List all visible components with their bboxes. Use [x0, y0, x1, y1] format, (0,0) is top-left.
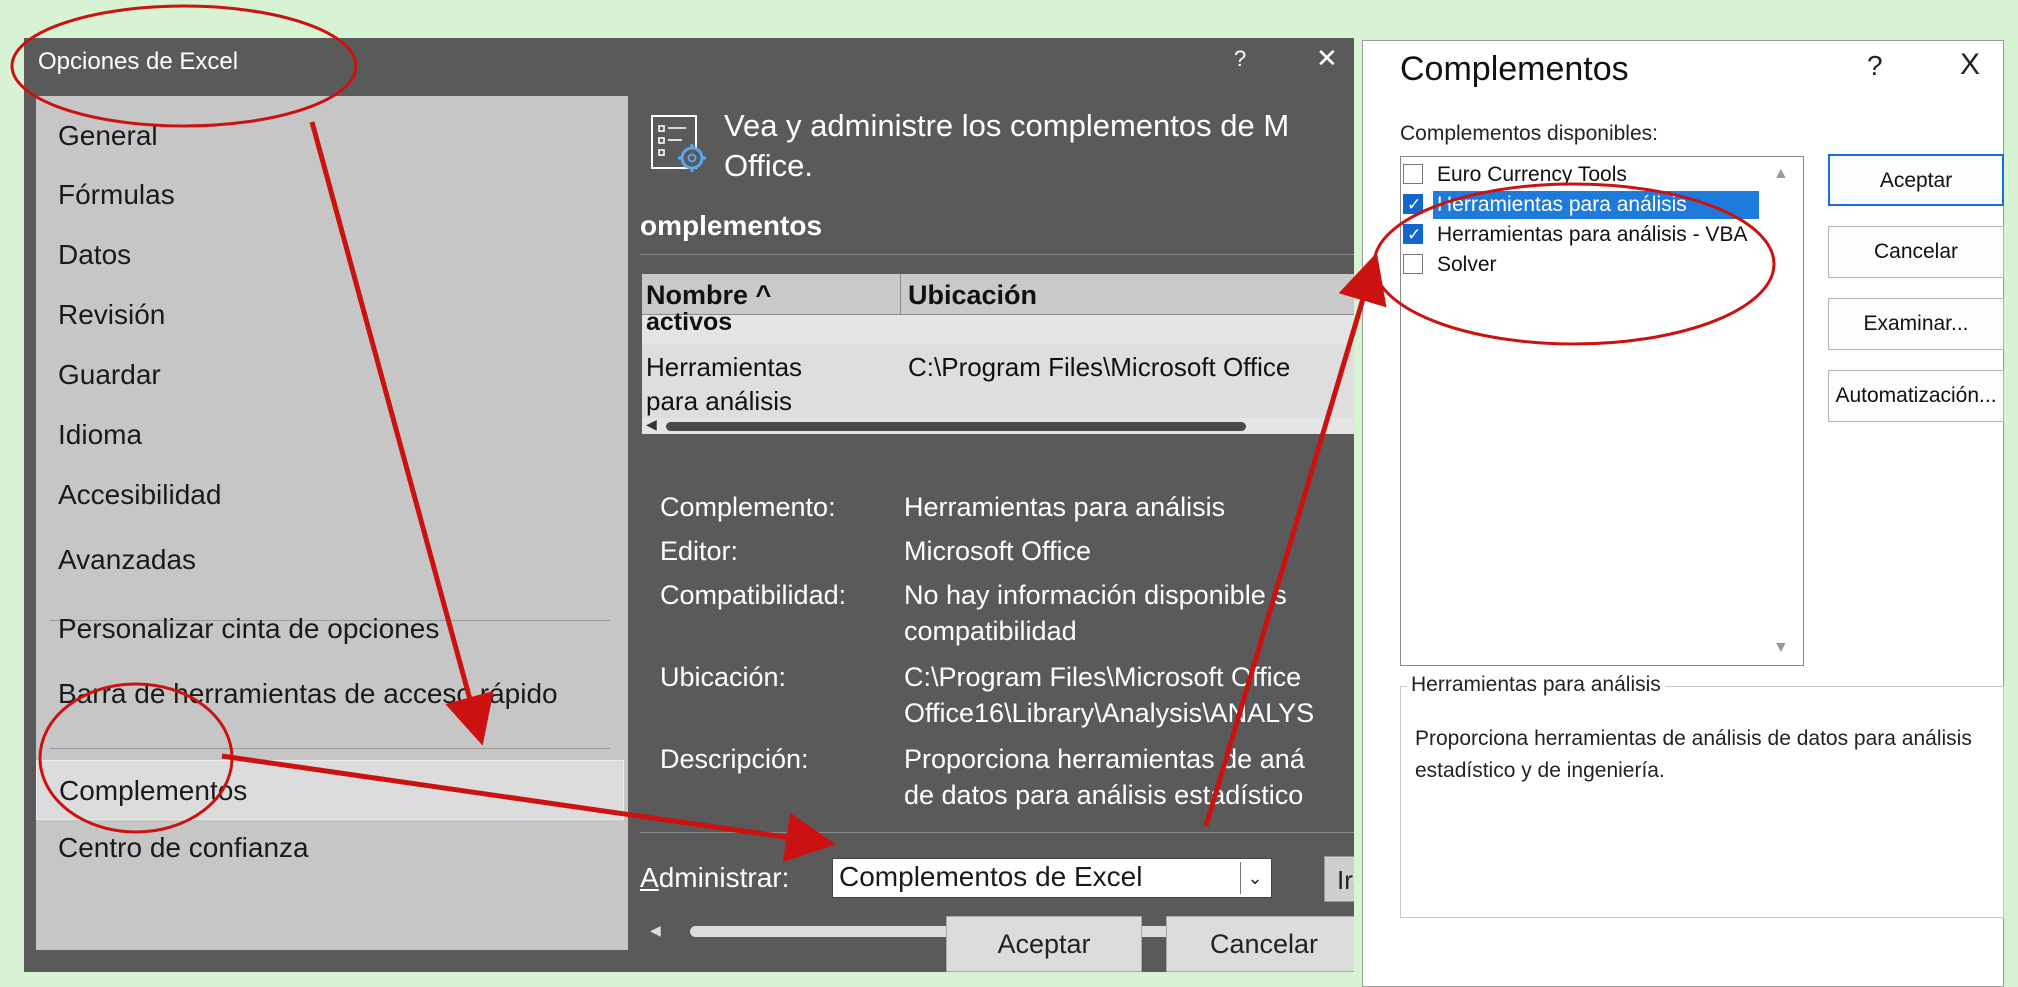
manage-dropdown[interactable]: Complementos de Excel ⌄ — [832, 858, 1272, 898]
column-header-location[interactable]: Ubicación — [908, 280, 1037, 311]
manage-divider — [640, 832, 1354, 833]
detail-description-value: Proporciona herramientas de aná — [904, 744, 1305, 774]
scroll-up-icon[interactable]: ▲ — [1773, 165, 1789, 183]
dialog-title: Complementos — [1400, 50, 1629, 88]
row-name-line1: Herramientas — [646, 352, 803, 382]
available-addins-label: Complementos disponibles: — [1400, 122, 1658, 145]
sidebar-item-accesibilidad[interactable]: Accesibilidad — [36, 467, 624, 523]
sidebar-item-idioma[interactable]: Idioma — [36, 407, 624, 463]
description-text: Proporciona herramientas de análisis de … — [1415, 727, 1972, 782]
close-button[interactable]: X — [1960, 48, 1980, 82]
manage-label-text: dministrar: — [658, 862, 790, 893]
table-group-header: activos — [646, 308, 733, 336]
detail-publisher-value: Microsoft Office — [904, 536, 1092, 566]
list-item-label: Herramientas para análisis - VBA — [1437, 223, 1748, 246]
cancel-button[interactable]: Cancelar — [1828, 226, 2004, 278]
detail-compat-value-continued: compatibilidad — [904, 616, 1077, 646]
scroll-left-icon[interactable]: ◀ — [646, 416, 657, 433]
panel-header: Vea y administre los complementos de M — [724, 108, 1290, 143]
help-button[interactable]: ? — [1867, 50, 1883, 82]
table-header: Nombre ^ Ubicación — [642, 274, 1354, 315]
sidebar-item-personalizar-cinta[interactable]: Personalizar cinta de opciones — [36, 601, 624, 657]
checkbox-checked[interactable] — [1403, 221, 1423, 249]
list-item-herramientas-analisis[interactable]: Herramientas para análisis — [1403, 191, 1759, 219]
detail-location-value: C:\Program Files\Microsoft Office — [904, 662, 1302, 692]
list-item-herramientas-analisis-vba[interactable]: Herramientas para análisis - VBA — [1403, 221, 1757, 249]
window-title: Opciones de Excel — [38, 48, 239, 75]
excel-options-window: Opciones de Excel ? ✕ General Fórmulas D… — [24, 38, 1354, 972]
addins-listbox[interactable]: Euro Currency Tools Herramientas para an… — [1400, 156, 1804, 666]
sidebar-item-guardar[interactable]: Guardar — [36, 347, 624, 403]
addins-settings-icon — [651, 115, 706, 172]
sidebar-item-complementos[interactable]: Complementos — [36, 760, 624, 820]
manage-dropdown-value: Complementos de Excel — [839, 861, 1143, 892]
options-sidebar: General Fórmulas Datos Revisión Guardar … — [36, 96, 628, 950]
list-item-solver[interactable]: Solver — [1403, 251, 1757, 279]
sidebar-item-avanzadas[interactable]: Avanzadas — [36, 532, 624, 588]
detail-publisher-label: Editor: — [660, 536, 739, 566]
list-item-label: Euro Currency Tools — [1437, 163, 1627, 186]
row-name[interactable]: Herramientas para análisis — [646, 350, 802, 418]
table-horizontal-scrollbar[interactable]: ◀ — [642, 416, 1354, 434]
browse-button[interactable]: Examinar... — [1828, 298, 2004, 350]
description-title: Herramientas para análisis — [1407, 673, 1665, 697]
sidebar-item-barra-acceso-rapido[interactable]: Barra de herramientas de acceso rápido — [36, 666, 624, 722]
chevron-down-icon[interactable]: ⌄ — [1240, 862, 1269, 894]
sidebar-divider — [50, 748, 610, 749]
list-item-label: Herramientas para análisis — [1433, 191, 1759, 219]
automation-button[interactable]: Automatización... — [1828, 370, 2004, 422]
addins-main-panel: Vea y administre los complementos de M O… — [640, 96, 1354, 972]
sidebar-item-formulas[interactable]: Fórmulas — [36, 167, 624, 223]
sidebar-item-general[interactable]: General — [36, 108, 624, 164]
section-title: omplementos — [640, 210, 823, 241]
list-item-euro-currency-tools[interactable]: Euro Currency Tools — [1403, 161, 1757, 189]
go-button[interactable]: Ir... — [1324, 856, 1354, 902]
sidebar-item-revision[interactable]: Revisión — [36, 287, 624, 343]
scroll-left-icon[interactable]: ◀ — [650, 922, 661, 939]
description-group: Herramientas para análisis Proporciona h… — [1400, 673, 2004, 918]
detail-addin-label: Complemento: — [660, 492, 836, 522]
ok-button[interactable]: Aceptar — [946, 916, 1142, 972]
detail-location-value-continued: Office16\Library\Analysis\ANALYS — [904, 698, 1315, 728]
addins-table: Nombre ^ Ubicación activos Herramientas … — [642, 274, 1354, 434]
close-button[interactable]: ✕ — [1316, 43, 1338, 74]
addins-dialog-content: Complementos ? X Complementos disponible… — [1382, 0, 2004, 987]
column-header-name[interactable]: Nombre ^ — [646, 280, 771, 311]
manage-label: Administrar: — [640, 862, 789, 894]
checkbox-checked[interactable] — [1403, 191, 1423, 219]
checkbox[interactable] — [1403, 254, 1423, 274]
manage-label-accesskey: A — [640, 862, 659, 893]
row-name-line2: para análisis — [646, 386, 792, 416]
sidebar-item-datos[interactable]: Datos — [36, 227, 624, 283]
cancel-button[interactable]: Cancelar — [1166, 916, 1354, 972]
panel-header-continued: Office. — [724, 148, 814, 183]
detail-description-value-continued: de datos para análisis estadístico — [904, 780, 1304, 810]
detail-compat-value: No hay información disponible s — [904, 580, 1287, 610]
ok-button[interactable]: Aceptar — [1828, 154, 2004, 206]
scroll-down-icon[interactable]: ▼ — [1773, 639, 1789, 657]
detail-description-label: Descripción: — [660, 744, 809, 774]
scrollbar-thumb[interactable] — [666, 422, 1246, 431]
detail-compat-label: Compatibilidad: — [660, 580, 847, 610]
detail-location-label: Ubicación: — [660, 662, 787, 692]
detail-addin-value: Herramientas para análisis — [904, 492, 1226, 522]
sidebar-item-centro-confianza[interactable]: Centro de confianza — [36, 820, 624, 876]
help-button[interactable]: ? — [1234, 46, 1246, 72]
row-location[interactable]: C:\Program Files\Microsoft Office — [908, 350, 1290, 384]
title-bar: Opciones de Excel ? ✕ — [24, 38, 1354, 88]
checkbox[interactable] — [1403, 164, 1423, 184]
section-divider — [640, 254, 1354, 255]
list-item-label: Solver — [1437, 253, 1497, 276]
column-divider[interactable] — [900, 274, 901, 314]
